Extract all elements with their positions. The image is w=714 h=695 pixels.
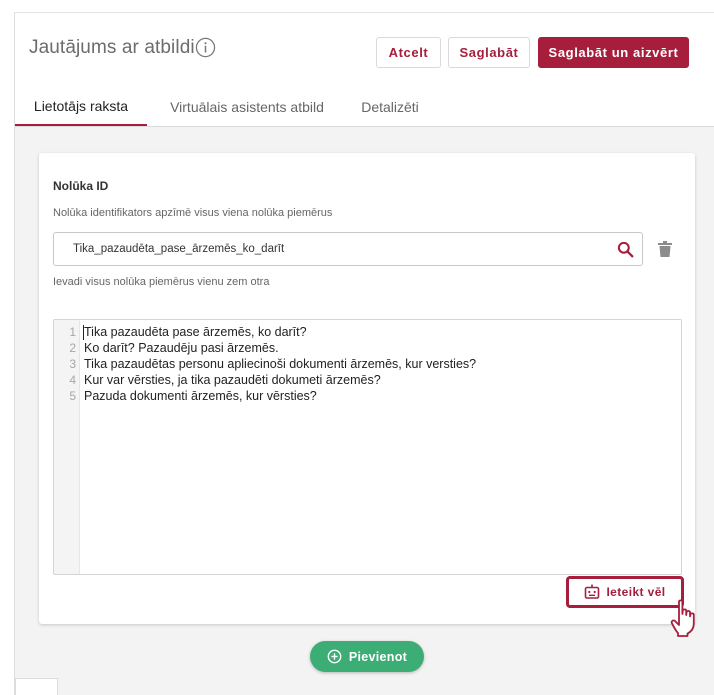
robot-icon — [585, 584, 600, 599]
examples-editor[interactable]: 1 Tika pazaudēta pase ārzemēs, ko darīt?… — [53, 319, 682, 575]
tab-assistant-replies[interactable]: Virtuālais asistents atbild — [163, 87, 331, 126]
line-text[interactable]: Tika pazaudēta pase ārzemēs, ko darīt? — [84, 324, 307, 340]
intent-id-label: Nolūka ID — [53, 179, 109, 193]
line-number: 5 — [69, 389, 76, 403]
trash-icon[interactable] — [658, 241, 672, 257]
tab-user-writes[interactable]: Lietotājs raksta — [15, 87, 147, 126]
suggest-more-label: Ieteikt vēl — [606, 585, 666, 599]
line-text[interactable]: Tika pazaudētas personu apliecinoši doku… — [84, 356, 476, 372]
plus-circle-icon — [327, 649, 342, 664]
line-text[interactable]: Kur var vērsties, ja tika pazaudēti doku… — [84, 372, 381, 388]
cancel-button[interactable]: Atcelt — [376, 37, 441, 68]
info-icon[interactable] — [195, 37, 216, 58]
editor-line[interactable]: 2 Ko darīt? Pazaudēju pasi ārzemēs. — [54, 340, 681, 356]
intent-id-description: Nolūka identifikators apzīmē visus viena… — [53, 207, 333, 219]
suggest-more-button[interactable]: Ieteikt vēl — [566, 576, 684, 608]
hand-cursor-icon — [670, 599, 695, 637]
editor-line[interactable]: 1 Tika pazaudēta pase ārzemēs, ko darīt? — [54, 324, 681, 340]
dialog-title: Jautājums ar atbildi — [29, 37, 195, 58]
editor-line[interactable]: 5 Pazuda dokumenti ārzemēs, kur vērsties… — [54, 388, 681, 404]
editor-line[interactable]: 3 Tika pazaudētas personu apliecinoši do… — [54, 356, 681, 372]
line-text[interactable]: Ko darīt? Pazaudēju pasi ārzemēs. — [84, 340, 279, 356]
intent-id-value[interactable]: Tika_pazaudēta_pase_ārzemēs_ko_darīt — [73, 243, 284, 255]
line-number: 4 — [69, 373, 76, 387]
line-number: 2 — [69, 341, 76, 355]
editor-line[interactable]: 4 Kur var vērsties, ja tika pazaudēti do… — [54, 372, 681, 388]
line-number: 1 — [69, 325, 76, 339]
text-caret — [83, 325, 84, 340]
search-icon[interactable] — [617, 241, 634, 258]
save-and-close-button[interactable]: Saglabāt un aizvērt — [538, 37, 689, 68]
add-button[interactable]: Pievienot — [310, 641, 424, 672]
intent-card: Nolūka ID Nolūka identifikators apzīmē v… — [39, 153, 695, 624]
dialog-panel: Jautājums ar atbildi Atcelt Saglabāt Sag… — [14, 12, 714, 695]
examples-hint: Ievadi visus nolūka piemērus vienu zem o… — [53, 276, 270, 288]
save-button[interactable]: Saglabāt — [448, 37, 530, 68]
intent-id-input[interactable]: Tika_pazaudēta_pase_ārzemēs_ko_darīt — [53, 232, 643, 266]
add-button-label: Pievienot — [348, 649, 408, 664]
dialog-header: Jautājums ar atbildi Atcelt Saglabāt Sag… — [15, 13, 714, 87]
tab-bar: Lietotājs raksta Virtuālais asistents at… — [15, 87, 714, 127]
bottom-left-box — [15, 678, 58, 695]
line-text[interactable]: Pazuda dokumenti ārzemēs, kur vērsties? — [84, 388, 317, 404]
line-number: 3 — [69, 357, 76, 371]
tab-details[interactable]: Detalizēti — [348, 87, 432, 126]
